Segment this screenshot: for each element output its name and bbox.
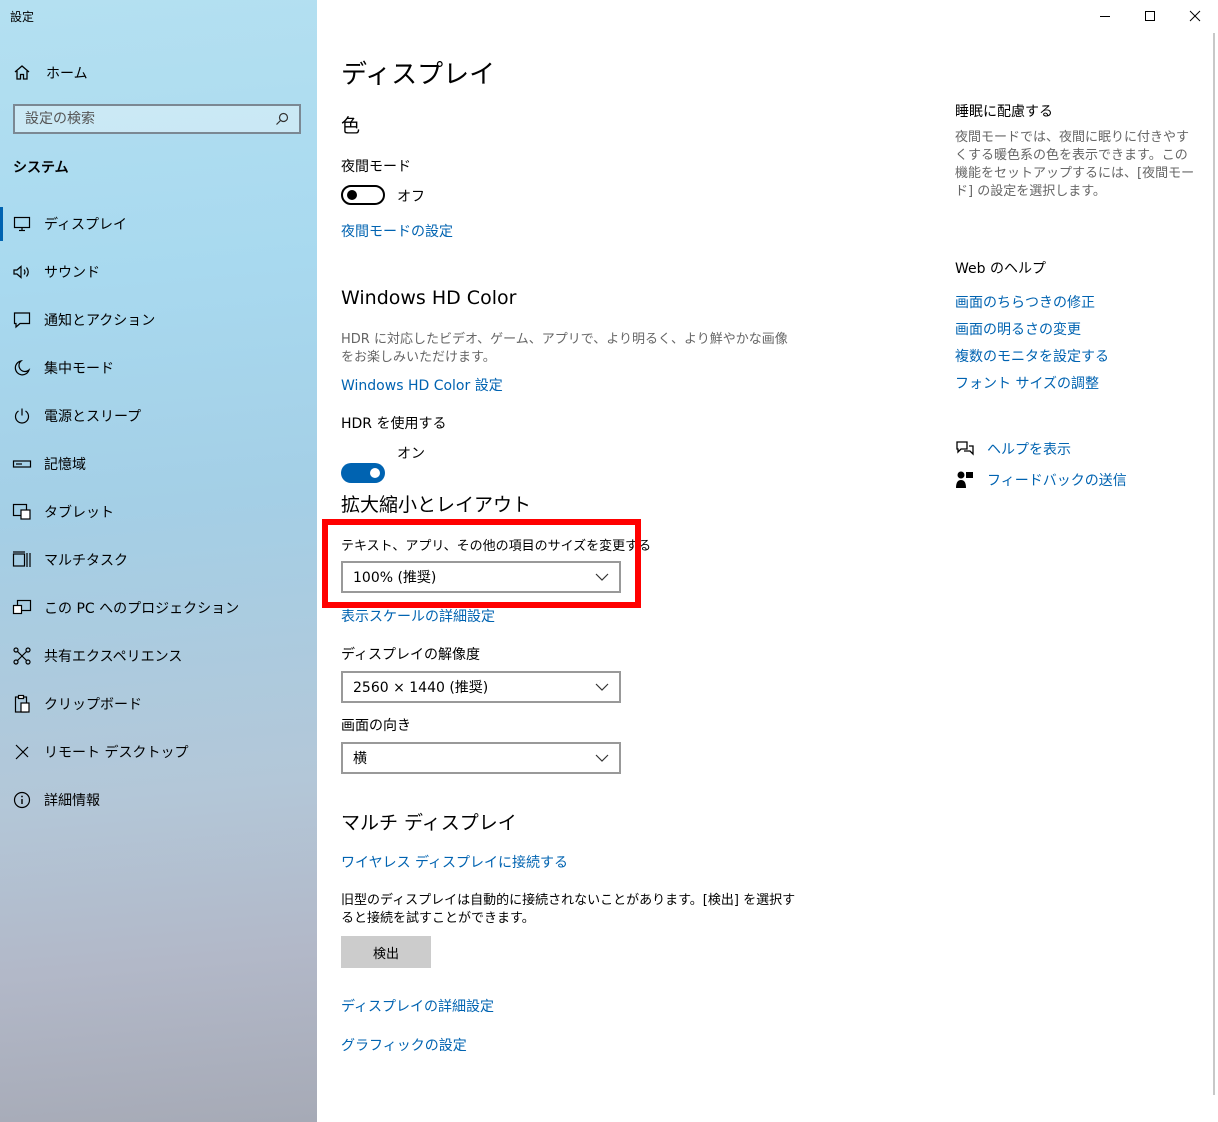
- sidebar-item-shared[interactable]: 共有エクスペリエンス: [0, 644, 317, 668]
- sidebar-item-label: 電源とスリープ: [44, 409, 142, 425]
- hdr-toggle[interactable]: [341, 463, 385, 483]
- clipboard-icon: [14, 694, 30, 713]
- orientation-select-value: 横: [353, 751, 367, 767]
- hdr-use-label: HDR を使用する: [341, 416, 447, 432]
- color-heading: 色: [341, 115, 361, 137]
- home-icon: [14, 65, 30, 80]
- page-title: ディスプレイ: [341, 60, 496, 90]
- sidebar: 設定 ホーム システム ディスプレイ サウンド 通知とアクション 集中モード 電…: [0, 0, 317, 1122]
- sidebar-item-label: 通知とアクション: [44, 313, 156, 329]
- sidebar-section-title: システム: [13, 160, 69, 176]
- power-icon: [14, 408, 30, 424]
- monitor-icon: [13, 216, 31, 232]
- sidebar-item-label: 集中モード: [44, 361, 114, 377]
- resolution-select-value: 2560 × 1440 (推奨): [353, 680, 489, 696]
- web-help-link[interactable]: フォント サイズの調整: [955, 373, 1099, 393]
- hdr-description: HDR に対応したビデオ、ゲーム、アプリで、より明るく、より鮮やかな画像をお楽し…: [341, 332, 788, 365]
- multi-display-description: 旧型のディスプレイは自動的に接続されないことがあります。[検出] を選択すると接…: [341, 893, 796, 926]
- storage-icon: [12, 460, 32, 468]
- moon-icon: [14, 359, 31, 376]
- web-help-link[interactable]: 画面の明るさの変更: [955, 319, 1081, 339]
- sidebar-item-label: クリップボード: [44, 697, 142, 713]
- chevron-down-icon: [595, 683, 609, 691]
- window-title: 設定: [10, 10, 35, 24]
- sidebar-item-label: タブレット: [44, 505, 114, 521]
- search-box[interactable]: [13, 104, 301, 134]
- search-icon[interactable]: [275, 112, 289, 126]
- get-help-link[interactable]: ヘルプを表示: [987, 439, 1071, 459]
- remote-icon: [15, 744, 29, 760]
- sidebar-item-projection[interactable]: この PC へのプロジェクション: [0, 596, 317, 620]
- main-content: ディスプレイ 色 夜間モード オフ 夜間モードの設定 Windows HD Co…: [341, 0, 801, 1054]
- close-icon: [1189, 10, 1201, 22]
- close-button[interactable]: [1172, 4, 1218, 28]
- sleep-description: 夜間モードでは、夜間に眠りに付きやすくする暖色系の色を表示できます。この機能をセ…: [955, 130, 1195, 199]
- night-mode-toggle[interactable]: [341, 185, 385, 205]
- feedback-link[interactable]: フィードバックの送信: [987, 470, 1127, 490]
- sidebar-item-notifications[interactable]: 通知とアクション: [0, 308, 317, 332]
- web-help-heading: Web のヘルプ: [955, 261, 1046, 277]
- night-mode-settings-link[interactable]: 夜間モードの設定: [341, 221, 453, 241]
- sidebar-item-remote[interactable]: リモート デスクトップ: [0, 740, 317, 764]
- display-advanced-link[interactable]: ディスプレイの詳細設定: [341, 996, 494, 1016]
- hdr-heading: Windows HD Color: [341, 287, 517, 309]
- maximize-icon: [1145, 11, 1155, 21]
- resolution-select[interactable]: 2560 × 1440 (推奨): [341, 671, 621, 703]
- scale-heading: 拡大縮小とレイアウト: [341, 494, 532, 516]
- sidebar-item-label: 詳細情報: [44, 793, 100, 809]
- tablet-icon: [12, 503, 31, 520]
- night-mode-label: 夜間モード: [341, 159, 411, 175]
- maximize-button[interactable]: [1127, 4, 1173, 28]
- sidebar-item-sound[interactable]: サウンド: [0, 260, 317, 284]
- orientation-label: 画面の向き: [341, 718, 411, 734]
- resolution-label: ディスプレイの解像度: [341, 647, 481, 663]
- help-chat-icon: [956, 441, 974, 456]
- web-help-link[interactable]: 複数のモニタを設定する: [955, 346, 1109, 366]
- highlight-box: [322, 519, 641, 608]
- detect-button[interactable]: 検出: [341, 936, 431, 968]
- message-icon: [13, 312, 31, 329]
- hdr-state: オン: [397, 446, 425, 462]
- info-icon: [13, 791, 31, 809]
- sidebar-item-tablet[interactable]: タブレット: [0, 500, 317, 524]
- chevron-down-icon: [595, 754, 609, 762]
- feedback-icon: [956, 471, 973, 488]
- scale-advanced-link[interactable]: 表示スケールの詳細設定: [341, 606, 495, 626]
- search-input[interactable]: [25, 111, 255, 127]
- minimize-icon: [1100, 16, 1110, 17]
- hdr-settings-link[interactable]: Windows HD Color 設定: [341, 375, 503, 395]
- sidebar-item-label: サウンド: [44, 265, 100, 281]
- multi-display-heading: マルチ ディスプレイ: [341, 812, 517, 834]
- sidebar-item-label: この PC へのプロジェクション: [44, 601, 240, 617]
- sidebar-item-clipboard[interactable]: クリップボード: [0, 692, 317, 716]
- night-mode-state: オフ: [397, 189, 425, 205]
- sidebar-item-display[interactable]: ディスプレイ: [0, 207, 317, 241]
- get-help-row[interactable]: ヘルプを表示: [955, 439, 1071, 459]
- sidebar-item-power[interactable]: 電源とスリープ: [0, 404, 317, 428]
- multitask-icon: [12, 551, 31, 567]
- orientation-select[interactable]: 横: [341, 742, 621, 774]
- sidebar-item-focus[interactable]: 集中モード: [0, 356, 317, 380]
- speaker-icon: [13, 265, 29, 279]
- projection-icon: [12, 599, 32, 615]
- minimize-button[interactable]: [1082, 4, 1128, 28]
- sidebar-home-label: ホーム: [46, 66, 88, 82]
- web-help-link[interactable]: 画面のちらつきの修正: [955, 292, 1095, 312]
- sidebar-item-about[interactable]: 詳細情報: [0, 788, 317, 812]
- sidebar-item-label: マルチタスク: [44, 553, 128, 569]
- graphics-settings-link[interactable]: グラフィックの設定: [341, 1035, 467, 1055]
- sidebar-home[interactable]: ホーム: [12, 62, 88, 84]
- sidebar-item-label: リモート デスクトップ: [44, 745, 189, 761]
- feedback-row[interactable]: フィードバックの送信: [955, 470, 1127, 490]
- sleep-heading: 睡眠に配慮する: [955, 104, 1053, 120]
- share-icon: [13, 647, 31, 665]
- sidebar-item-multitask[interactable]: マルチタスク: [0, 548, 317, 572]
- sidebar-item-label: ディスプレイ: [44, 217, 128, 233]
- sidebar-item-label: 記憶域: [44, 457, 86, 473]
- sidebar-item-storage[interactable]: 記憶域: [0, 452, 317, 476]
- sidebar-item-label: 共有エクスペリエンス: [44, 649, 183, 665]
- scrollbar[interactable]: [1213, 33, 1215, 1095]
- wireless-display-link[interactable]: ワイヤレス ディスプレイに接続する: [341, 852, 568, 872]
